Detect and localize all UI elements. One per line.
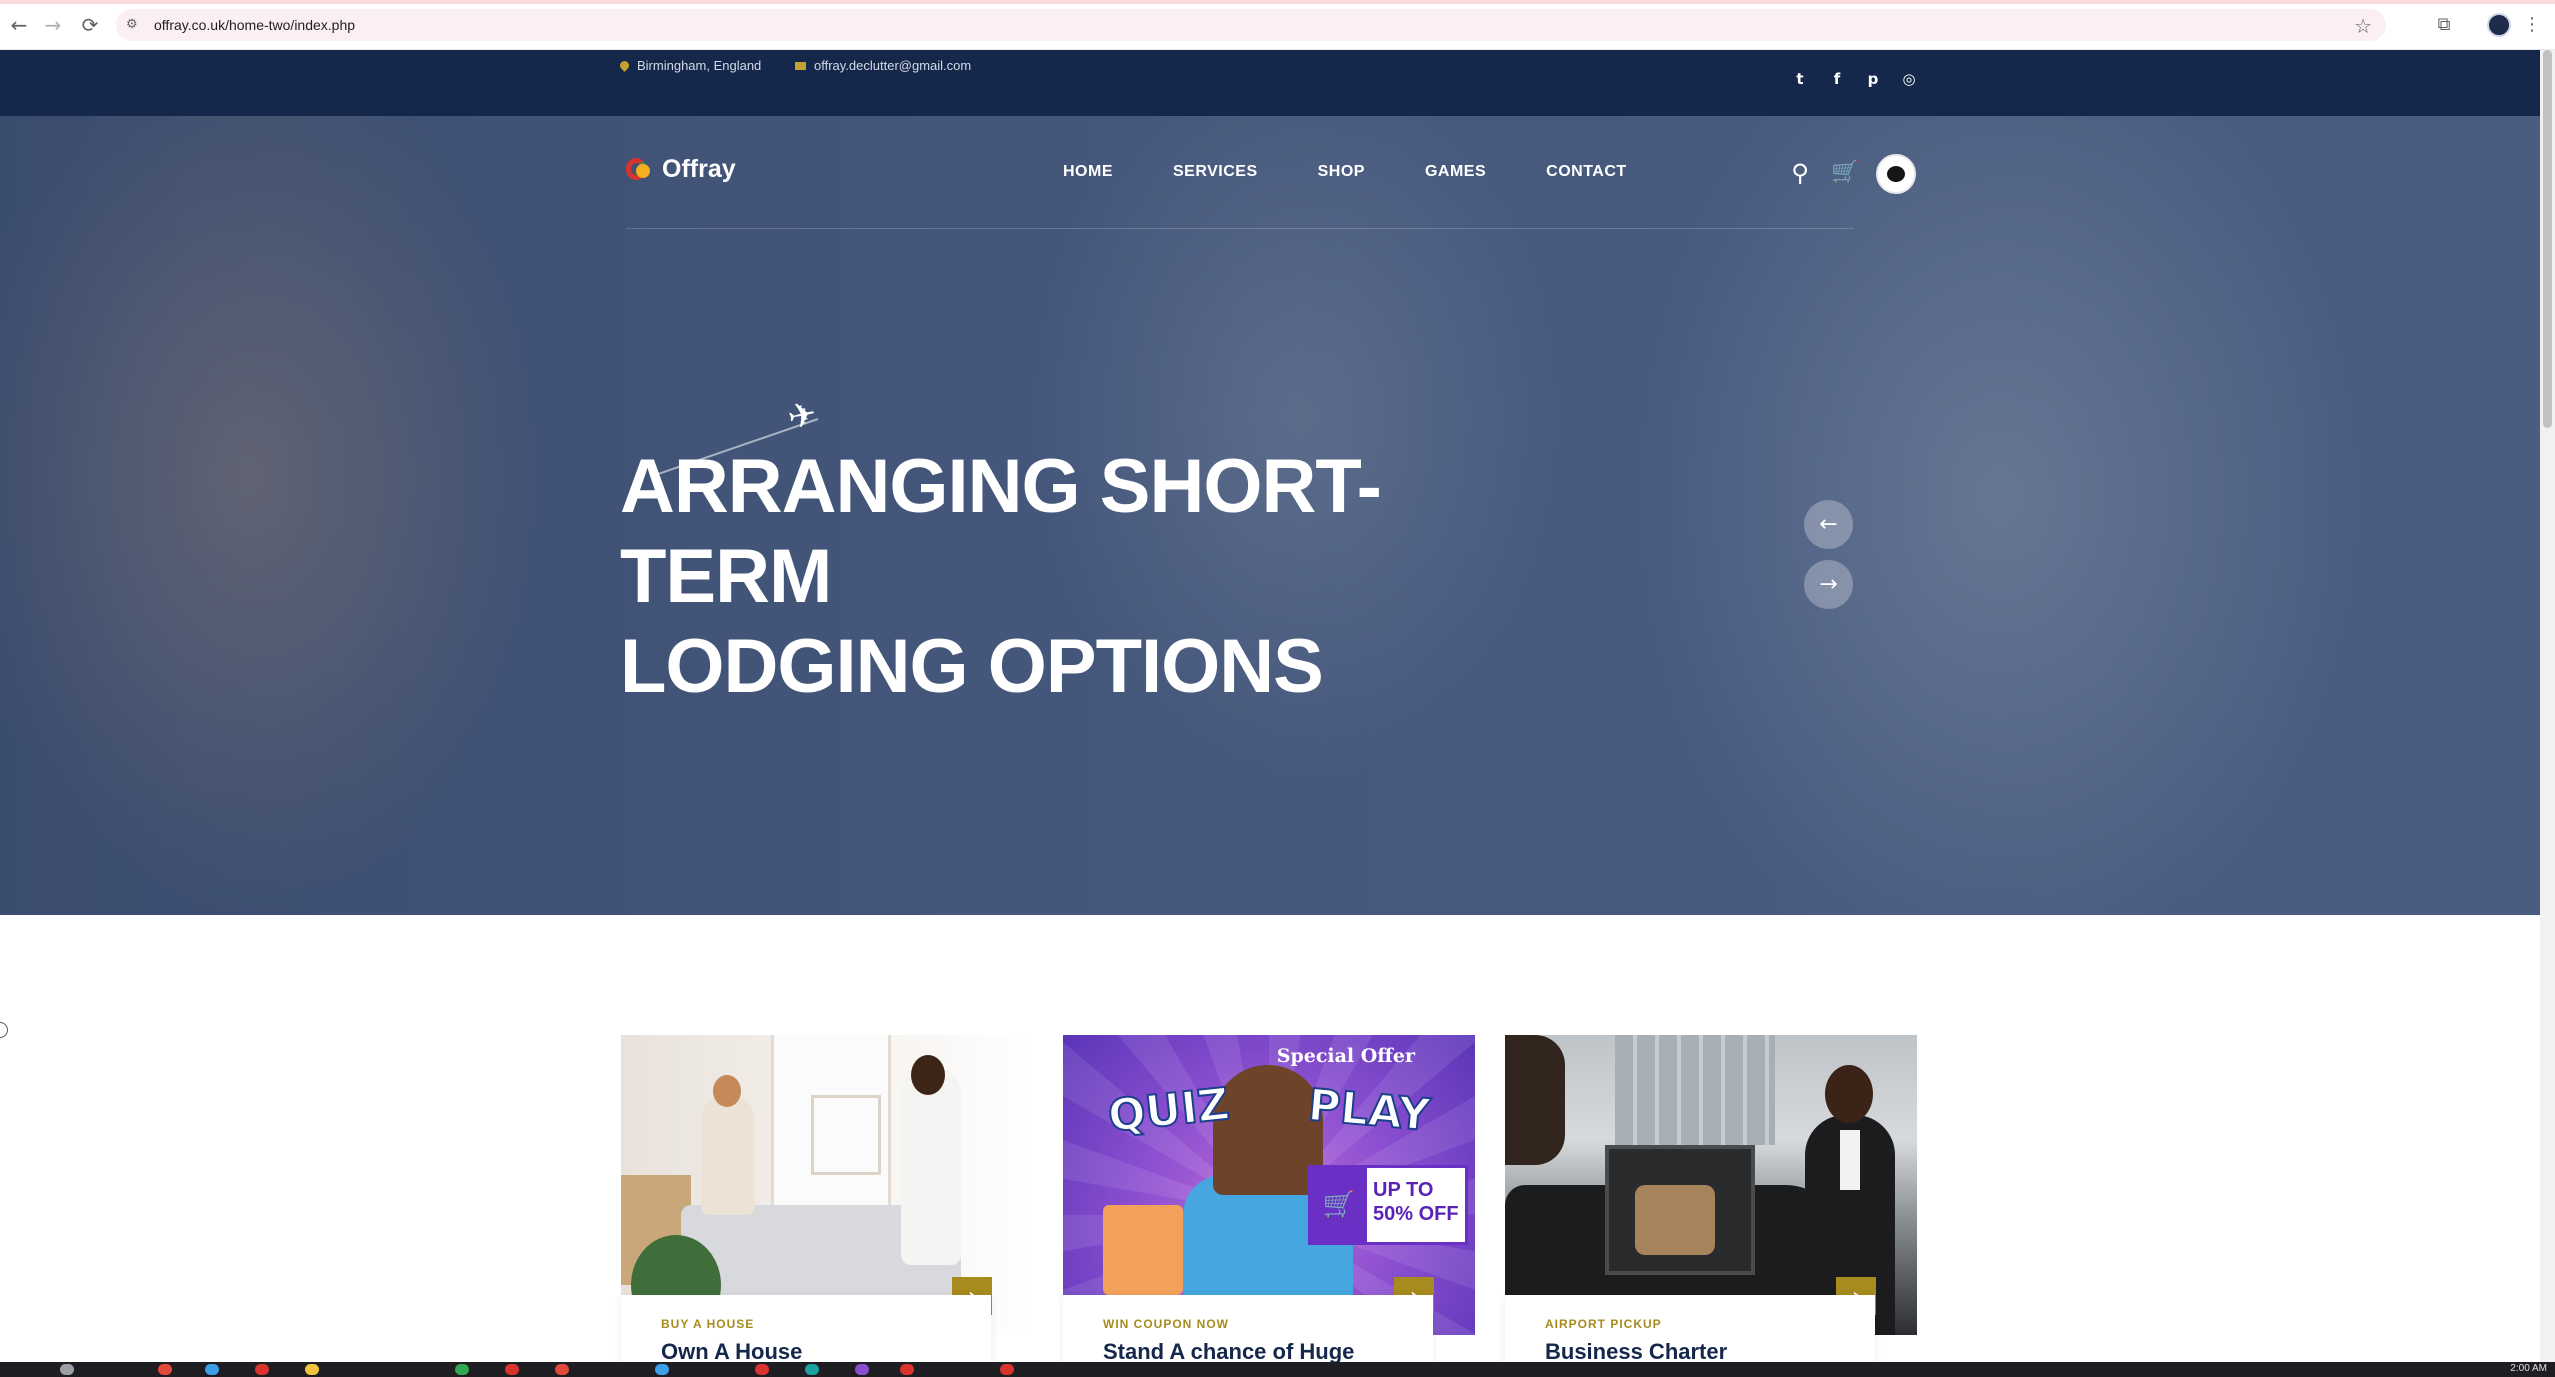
- logo-mark-icon: [626, 154, 656, 184]
- offer-line-1: UP TO: [1373, 1179, 1434, 1201]
- taskbar-app-icon[interactable]: [855, 1364, 869, 1375]
- envelope-icon: [795, 61, 806, 70]
- location-text: Birmingham, England: [637, 58, 762, 73]
- user-avatar[interactable]: [1876, 154, 1916, 194]
- twitter-icon[interactable]: t: [1789, 68, 1811, 90]
- bookmark-star-icon[interactable]: ☆: [2354, 14, 2372, 38]
- profile-avatar[interactable]: [2487, 13, 2511, 37]
- taskbar-app-icon[interactable]: [1000, 1364, 1014, 1375]
- special-offer-text: Special Offer: [1276, 1045, 1415, 1067]
- nav-contact[interactable]: CONTACT: [1546, 163, 1627, 181]
- taskbar-app-icon[interactable]: [555, 1364, 569, 1375]
- reload-icon[interactable]: ⟳: [77, 12, 103, 38]
- site-info-icon[interactable]: ⚙: [126, 17, 142, 33]
- slider-prev-button[interactable]: ←: [1804, 500, 1853, 549]
- back-icon[interactable]: ←: [6, 12, 32, 38]
- os-taskbar: 2:00 AM: [0, 1362, 2555, 1377]
- service-card-airport[interactable]: › AIRPORT PICKUP Business Charter: [1505, 1035, 1917, 1377]
- card-tag: BUY A HOUSE: [661, 1317, 755, 1331]
- hero-headline: ARRANGING SHORT- TERM LODGING OPTIONS: [620, 442, 1520, 712]
- taskbar-app-icon[interactable]: [455, 1364, 469, 1375]
- discount-badge: 🛒 UP TO 50% OFF: [1308, 1165, 1468, 1245]
- forward-icon[interactable]: →: [40, 12, 66, 38]
- headline-line-1: ARRANGING SHORT-: [620, 444, 1382, 529]
- tab-strip-edge: [0, 0, 2555, 4]
- main-nav: HOME SERVICES SHOP GAMES CONTACT: [1063, 163, 1627, 181]
- taskbar-app-icon[interactable]: [505, 1364, 519, 1375]
- scrollbar-thumb[interactable]: [2543, 50, 2552, 428]
- service-card-house[interactable]: › BUY A HOUSE Own A House: [621, 1035, 1033, 1377]
- play-word: PLAY: [1305, 1079, 1433, 1142]
- taskbar-app-icon[interactable]: [900, 1364, 914, 1375]
- facebook-icon[interactable]: f: [1826, 68, 1848, 90]
- slider-next-button[interactable]: →: [1804, 560, 1853, 609]
- taskbar-app-icon[interactable]: [255, 1364, 269, 1375]
- taskbar-app-icon[interactable]: [305, 1364, 319, 1375]
- taskbar-app-icon[interactable]: [158, 1364, 172, 1375]
- cart-badge-icon: 🛒: [1311, 1168, 1367, 1242]
- page-root: ← → ⟳ ⚙ offray.co.uk/home-two/index.php …: [0, 0, 2555, 1377]
- taskbar-app-icon[interactable]: [655, 1364, 669, 1375]
- instagram-icon[interactable]: ◎: [1898, 68, 1920, 90]
- email-info[interactable]: offray.declutter@gmail.com: [795, 58, 971, 73]
- hero-slider: Offray HOME SERVICES SHOP GAMES CONTACT …: [0, 116, 2540, 915]
- headline-line-3: LODGING OPTIONS: [620, 624, 1324, 709]
- site-logo[interactable]: Offray: [626, 154, 736, 184]
- extensions-icon[interactable]: ⧉: [2432, 13, 2456, 37]
- scroll-indicator-icon: [0, 1022, 8, 1038]
- taskbar-clock[interactable]: 2:00 AM: [2510, 1363, 2547, 1374]
- browser-menu-icon[interactable]: ⋮: [2520, 13, 2544, 37]
- search-icon[interactable]: ⚲: [1785, 158, 1815, 188]
- nav-games[interactable]: GAMES: [1425, 163, 1486, 181]
- nav-home[interactable]: HOME: [1063, 163, 1113, 181]
- nav-services[interactable]: SERVICES: [1173, 163, 1258, 181]
- card-tag: AIRPORT PICKUP: [1545, 1317, 1662, 1331]
- card-tag: WIN COUPON NOW: [1103, 1317, 1229, 1331]
- pinterest-icon[interactable]: p: [1862, 68, 1884, 90]
- browser-toolbar: ← → ⟳ ⚙ offray.co.uk/home-two/index.php …: [0, 0, 2555, 50]
- airplane-icon: ✈: [784, 393, 821, 439]
- url-text[interactable]: offray.co.uk/home-two/index.php: [154, 17, 355, 33]
- airplane-graphic: ✈: [648, 366, 838, 476]
- page-scrollbar[interactable]: [2540, 50, 2555, 1362]
- taskbar-search-icon[interactable]: [60, 1364, 74, 1375]
- headline-line-2: TERM: [620, 534, 832, 619]
- location-pin-icon: [618, 59, 631, 72]
- address-bar[interactable]: ⚙ offray.co.uk/home-two/index.php ☆: [116, 9, 2386, 41]
- location-info: Birmingham, England: [618, 58, 762, 73]
- email-link[interactable]: offray.declutter@gmail.com: [814, 58, 971, 73]
- taskbar-app-icon[interactable]: [805, 1364, 819, 1375]
- cart-icon[interactable]: 🛒: [1830, 158, 1860, 188]
- offer-line-2: 50% OFF: [1373, 1203, 1459, 1225]
- logo-text: Offray: [662, 154, 736, 183]
- service-card-coupon[interactable]: Special Offer QUIZ PLAY 🛒 UP TO 50% OFF …: [1063, 1035, 1475, 1377]
- taskbar-app-icon[interactable]: [205, 1364, 219, 1375]
- taskbar-app-icon[interactable]: [755, 1364, 769, 1375]
- nav-shop[interactable]: SHOP: [1318, 163, 1365, 181]
- top-info-bar: Birmingham, England offray.declutter@gma…: [0, 50, 2540, 116]
- header-divider: [626, 228, 1854, 229]
